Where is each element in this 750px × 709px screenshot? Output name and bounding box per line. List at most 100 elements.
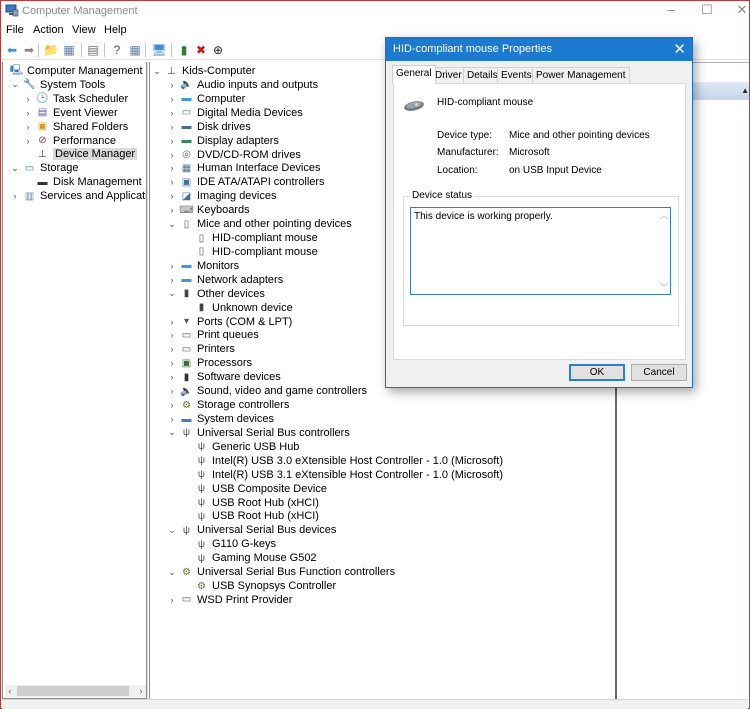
chevron-right-icon[interactable]: › (167, 177, 177, 187)
forward-arrow-button[interactable]: ➡ (21, 42, 37, 58)
tree-item[interactable]: › 🕒 Task Scheduler (23, 92, 129, 106)
tree-item[interactable]: › ▬ Computer (167, 92, 246, 106)
chevron-right-icon[interactable]: › (167, 205, 177, 215)
chevron-down-icon[interactable]: ⌄ (10, 163, 20, 174)
tab-driver[interactable]: Driver (431, 67, 466, 83)
tree-item[interactable]: ⌄ ▭ Storage (10, 161, 78, 175)
chevron-right-icon[interactable]: › (167, 80, 177, 90)
maximize-button[interactable]: ☐ (692, 1, 722, 19)
scroll-up-icon[interactable]: ▲ (741, 86, 749, 95)
device-status-textbox[interactable]: This device is working properly. ︿ ﹀ (410, 207, 671, 295)
close-window-button[interactable]: ✕ (727, 1, 750, 19)
tree-item[interactable]: › ▥ Services and Applications (10, 189, 147, 203)
tree-item[interactable]: › ▭ Printers (167, 342, 235, 356)
back-arrow-button[interactable]: ⬅ (4, 42, 20, 58)
tree-item[interactable]: ▮ Unknown device (182, 301, 293, 315)
show-hide-console-tree-button[interactable]: ▦ (61, 42, 77, 58)
tree-item[interactable]: ψ Generic USB Hub (182, 440, 300, 454)
tree-item[interactable]: › ⚙ Storage controllers (167, 398, 290, 412)
scroll-right-icon[interactable]: › (136, 685, 146, 697)
dialog-close-button[interactable]: ✕ (673, 40, 686, 58)
horizontal-scrollbar[interactable]: ‹ › (5, 685, 146, 697)
tree-item[interactable]: › ◪ Imaging devices (167, 189, 277, 203)
tree-item[interactable]: › ▣ Shared Folders (23, 120, 129, 134)
menu-help[interactable]: Help (104, 24, 127, 36)
chevron-right-icon[interactable]: › (167, 317, 177, 327)
chevron-right-icon[interactable]: › (167, 163, 177, 173)
tree-item[interactable]: › ▦ Human Interface Devices (167, 161, 321, 175)
tab-general[interactable]: General (392, 65, 436, 84)
tree-item[interactable]: ⌄ ⚙ Universal Serial Bus Function controll… (167, 565, 395, 579)
chevron-down-icon[interactable]: ⌄ (167, 567, 177, 578)
tree-item[interactable]: ▯ HID-compliant mouse (182, 231, 318, 245)
tree-item[interactable]: › ▬ Network adapters (167, 273, 284, 287)
ok-button[interactable]: OK (569, 364, 625, 381)
tree-item[interactable]: ψ Intel(R) USB 3.1 eXtensible Host Contro… (182, 468, 503, 482)
chevron-right-icon[interactable]: › (167, 108, 177, 118)
tree-item[interactable]: › ▭ Digital Media Devices (167, 106, 303, 120)
tree-item[interactable]: ψ Intel(R) USB 3.0 eXtensible Host Contro… (182, 454, 503, 468)
tree-item[interactable]: ψ USB Root Hub (xHCI) (182, 509, 319, 523)
chevron-right-icon[interactable]: › (167, 386, 177, 396)
chevron-right-icon[interactable]: › (167, 94, 177, 104)
scroll-left-icon[interactable]: ‹ (5, 685, 15, 697)
chevron-down-icon[interactable]: ⌄ (167, 288, 177, 299)
tree-item[interactable]: › ▣ IDE ATA/ATAPI controllers (167, 175, 325, 189)
chevron-down-icon[interactable]: ⌄ (167, 219, 177, 230)
tree-item[interactable]: ψ G110 G-keys (182, 537, 276, 551)
tree-item[interactable]: 🖳Computer Management (Local (3, 64, 146, 78)
tree-item[interactable]: › ▬ Display adapters (167, 134, 279, 148)
show-hide-action-pane-button[interactable]: ▦ (127, 42, 143, 58)
menu-view[interactable]: View (72, 24, 96, 36)
disable-device-button[interactable]: ⊕ (210, 42, 226, 58)
chevron-right-icon[interactable]: › (167, 150, 177, 160)
cancel-button[interactable]: Cancel (631, 364, 687, 381)
scrollbar-thumb[interactable] (17, 686, 129, 696)
chevron-right-icon[interactable]: › (167, 261, 177, 271)
tree-item[interactable]: › ⊘ Performance (23, 134, 116, 148)
tree-item[interactable]: › ◎ DVD/CD-ROM drives (167, 148, 301, 162)
help-button[interactable]: ? (109, 42, 125, 58)
chevron-down-icon[interactable]: ⌄ (167, 525, 177, 536)
minimize-button[interactable]: – (656, 1, 686, 19)
chevron-right-icon[interactable]: › (167, 400, 177, 410)
tree-item[interactable]: › 🔈 Audio inputs and outputs (167, 78, 319, 92)
chevron-right-icon[interactable]: › (23, 122, 33, 132)
tree-item[interactable]: ⌄ ⊥ Kids-Computer (152, 64, 255, 78)
tree-item[interactable]: ⚙ USB Synopsys Controller (182, 579, 336, 593)
up-folder-button[interactable]: 📁 (43, 42, 59, 58)
tree-item[interactable]: › ▬ Monitors (167, 259, 240, 273)
tree-item[interactable]: ▯ HID-compliant mouse (182, 245, 318, 259)
chevron-right-icon[interactable]: › (23, 108, 33, 118)
menu-action[interactable]: Action (33, 24, 64, 36)
chevron-right-icon[interactable]: › (23, 136, 33, 146)
chevron-right-icon[interactable]: › (167, 136, 177, 146)
tab-power-management[interactable]: Power Management (532, 67, 630, 83)
scan-hardware-button[interactable]: 🖥 (151, 42, 167, 58)
tree-item[interactable]: › ▮ Software devices (167, 370, 281, 384)
tree-item[interactable]: › ▭ WSD Print Provider (167, 593, 293, 607)
uninstall-button[interactable]: ✖ (193, 42, 209, 58)
tree-item[interactable]: ψ Gaming Mouse G502 (182, 551, 317, 565)
update-driver-button[interactable]: ▮ (176, 42, 192, 58)
chevron-down-icon[interactable]: ⌄ (167, 427, 177, 438)
chevron-right-icon[interactable]: › (23, 94, 33, 104)
tree-item[interactable]: ⌄ ▮ Other devices (167, 287, 265, 301)
tree-item[interactable]: ψ USB Composite Device (182, 482, 327, 496)
status-scrollbar[interactable]: ︿ ﹀ (658, 208, 670, 294)
tab-details[interactable]: Details (463, 67, 502, 83)
properties-button[interactable]: ▤ (85, 42, 101, 58)
tree-item[interactable]: ⌄ ψ Universal Serial Bus devices (167, 523, 336, 537)
tree-item[interactable]: › ⌨ Keyboards (167, 203, 250, 217)
tree-item[interactable]: ⊥ Device Manager (23, 147, 138, 161)
chevron-right-icon[interactable]: › (167, 330, 177, 340)
tree-item[interactable]: › ▬ System devices (167, 412, 275, 426)
chevron-right-icon[interactable]: › (167, 344, 177, 354)
chevron-down-icon[interactable]: ⌄ (152, 66, 162, 77)
chevron-right-icon[interactable]: › (10, 191, 20, 201)
tree-item[interactable]: ψ USB Root Hub (xHCI) (182, 496, 319, 510)
scroll-down-icon[interactable]: ﹀ (660, 282, 668, 293)
tree-item[interactable]: › 🔈 Sound, video and game controllers (167, 384, 368, 398)
tree-item[interactable]: › ▣ Processors (167, 356, 253, 370)
chevron-right-icon[interactable]: › (167, 372, 177, 382)
